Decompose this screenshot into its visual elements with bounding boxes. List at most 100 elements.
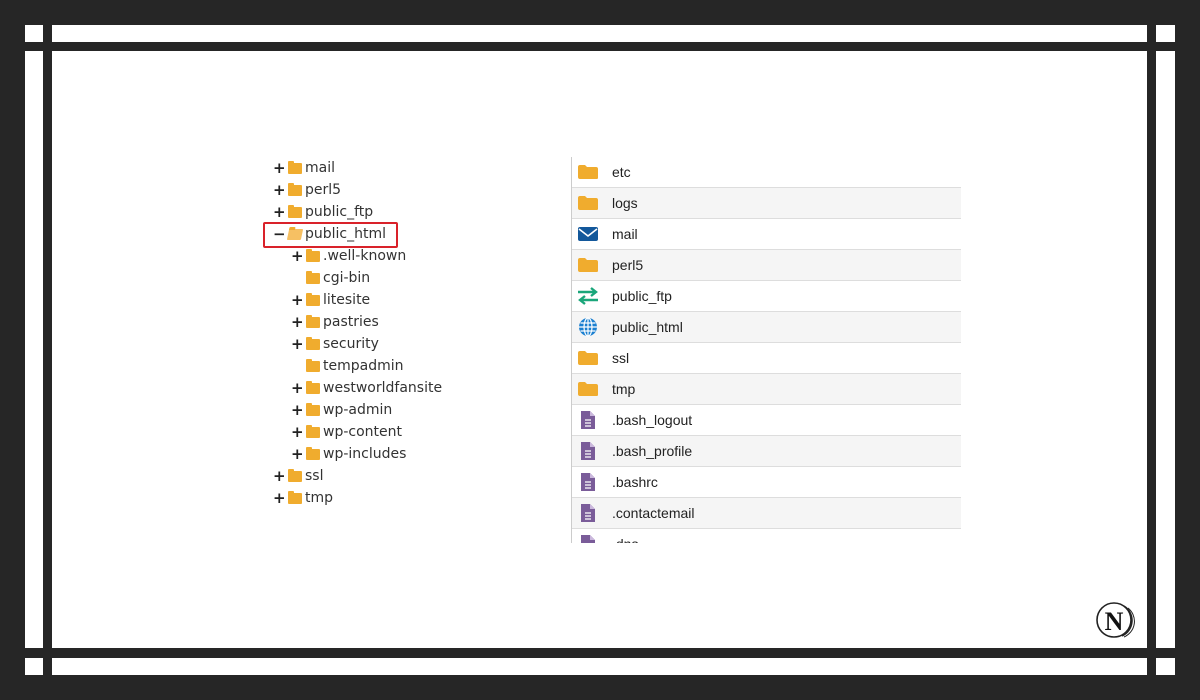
- text-file-icon: [577, 533, 599, 543]
- text-file-icon: [577, 502, 599, 524]
- text-file-icon: [577, 471, 599, 493]
- tree-item-label: tmp: [305, 490, 334, 506]
- file-row[interactable]: .contactemail: [572, 498, 961, 529]
- folder-icon: [306, 358, 320, 372]
- tree-item-ssl[interactable]: + ssl: [273, 465, 323, 487]
- tree-item-label: wp-includes: [323, 446, 407, 462]
- folder-icon: [306, 292, 320, 306]
- tree-item-litesite[interactable]: + litesite: [291, 289, 370, 311]
- globe-icon: [577, 316, 599, 338]
- tree-item-label: security: [323, 336, 379, 352]
- folder-icon: [306, 270, 320, 284]
- tree-item-perl5[interactable]: + perl5: [273, 179, 341, 201]
- file-name: .contactemail: [612, 505, 695, 521]
- folder-icon: [288, 468, 302, 482]
- tree-item-wp-includes[interactable]: + wp-includes: [291, 443, 406, 465]
- tree-item-label: ssl: [305, 468, 324, 484]
- tree-item-label: litesite: [323, 292, 371, 308]
- tree-item-label: pastries: [323, 314, 379, 330]
- file-name: etc: [612, 164, 631, 180]
- file-row[interactable]: public_ftp: [572, 281, 961, 312]
- file-row[interactable]: etc: [572, 157, 961, 188]
- expand-icon[interactable]: +: [291, 423, 304, 441]
- folder-icon: [577, 254, 599, 276]
- text-file-icon: [577, 440, 599, 462]
- folder-icon: [288, 490, 302, 504]
- expand-icon[interactable]: +: [273, 181, 286, 199]
- folder-icon: [306, 314, 320, 328]
- tree-item-wp-content[interactable]: + wp-content: [291, 421, 402, 443]
- tree-item-tmp[interactable]: + tmp: [273, 487, 333, 509]
- tree-item-mail[interactable]: + mail: [273, 157, 335, 179]
- expand-icon[interactable]: +: [273, 159, 286, 177]
- file-row[interactable]: ssl: [572, 343, 961, 374]
- tree-item-public_ftp[interactable]: + public_ftp: [273, 201, 373, 223]
- tree-item-label: perl5: [305, 182, 342, 198]
- file-row[interactable]: .bashrc: [572, 467, 961, 498]
- expand-icon[interactable]: +: [291, 247, 304, 265]
- folder-icon: [306, 380, 320, 394]
- tree-item-label: westworldfansite: [323, 380, 443, 396]
- file-row[interactable]: public_html: [572, 312, 961, 343]
- tree-item-cgi-bin[interactable]: cgi-bin: [291, 267, 370, 289]
- tree-item-label: .well-known: [323, 248, 407, 264]
- file-row[interactable]: tmp: [572, 374, 961, 405]
- folder-icon: [288, 160, 302, 174]
- file-name: public_html: [612, 319, 683, 335]
- file-row[interactable]: logs: [572, 188, 961, 219]
- tree-item-westworldfansite[interactable]: + westworldfansite: [291, 377, 442, 399]
- expand-icon[interactable]: +: [291, 313, 304, 331]
- expand-icon[interactable]: +: [273, 489, 286, 507]
- file-row[interactable]: perl5: [572, 250, 961, 281]
- folder-icon: [306, 248, 320, 262]
- logo: N: [1096, 602, 1135, 638]
- file-row[interactable]: .bash_profile: [572, 436, 961, 467]
- expand-icon[interactable]: +: [291, 291, 304, 309]
- folder-icon: [577, 378, 599, 400]
- file-name: .dns: [612, 536, 638, 543]
- tree-item-label: tempadmin: [323, 358, 404, 374]
- tree-item-pastries[interactable]: + pastries: [291, 311, 379, 333]
- folder-icon: [577, 161, 599, 183]
- file-row[interactable]: mail: [572, 219, 961, 250]
- file-list: etc logs mail perl5 public_ftp public_htmlssl…: [571, 157, 961, 543]
- expand-icon[interactable]: +: [291, 379, 304, 397]
- folder-icon: [306, 402, 320, 416]
- folder-icon: [306, 336, 320, 350]
- svg-text:N: N: [1105, 607, 1124, 636]
- folder-icon: [288, 182, 302, 196]
- transfer-arrows-icon: [577, 285, 599, 307]
- selection-highlight: [263, 222, 398, 248]
- file-row[interactable]: .dns: [572, 529, 961, 543]
- tree-item-label: public_ftp: [305, 204, 374, 220]
- file-name: perl5: [612, 257, 644, 273]
- expand-icon[interactable]: +: [291, 335, 304, 353]
- tree-item-label: mail: [305, 160, 335, 176]
- file-name: ssl: [612, 350, 630, 366]
- file-name: mail: [612, 226, 638, 242]
- tree-item-label: cgi-bin: [323, 270, 371, 286]
- expand-icon[interactable]: +: [273, 203, 286, 221]
- expand-icon[interactable]: +: [273, 467, 286, 485]
- frame-divider: [25, 648, 1175, 658]
- expand-icon[interactable]: +: [291, 445, 304, 463]
- file-row[interactable]: .bash_logout: [572, 405, 961, 436]
- frame-divider: [43, 25, 52, 675]
- folder-icon: [306, 446, 320, 460]
- file-name: .bashrc: [612, 474, 658, 490]
- frame-divider: [1147, 25, 1156, 675]
- file-name: .bash_logout: [612, 412, 693, 428]
- tree-item-tempadmin[interactable]: tempadmin: [291, 355, 404, 377]
- file-name: public_ftp: [612, 288, 672, 304]
- tree-item-wp-admin[interactable]: + wp-admin: [291, 399, 392, 421]
- expand-icon[interactable]: +: [291, 401, 304, 419]
- file-name: tmp: [612, 381, 636, 397]
- tree-item-well-known[interactable]: + .well-known: [291, 245, 406, 267]
- mail-icon: [577, 223, 599, 245]
- text-file-icon: [577, 409, 599, 431]
- file-name: logs: [612, 195, 638, 211]
- folder-icon: [577, 347, 599, 369]
- tree-item-security[interactable]: + security: [291, 333, 379, 355]
- folder-icon: [306, 424, 320, 438]
- file-name: .bash_profile: [612, 443, 693, 459]
